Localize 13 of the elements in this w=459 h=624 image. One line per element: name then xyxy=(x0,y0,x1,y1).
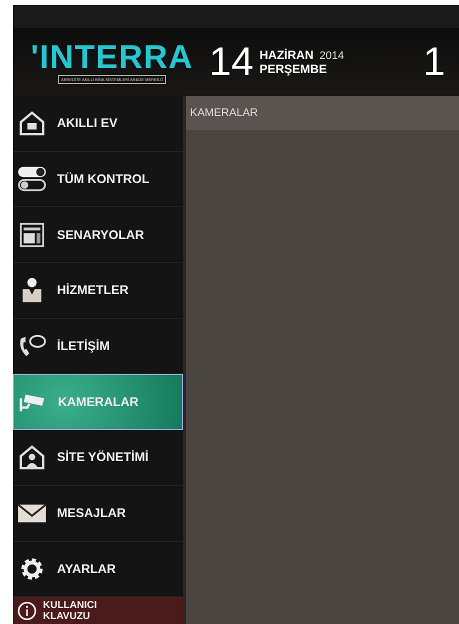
date-day: 14 xyxy=(209,42,254,82)
date-month: HAZİRAN xyxy=(260,48,314,62)
house-icon xyxy=(17,110,47,136)
user-guide-button[interactable]: KULLANICI KLAVUZU xyxy=(13,597,183,624)
panel-icon xyxy=(17,222,47,248)
toggle-switch-icon xyxy=(17,166,47,192)
house-person-icon xyxy=(17,444,47,470)
clock-time: 1 xyxy=(423,42,446,82)
panel-title: KAMERALAR xyxy=(190,107,258,119)
logo: 'INTERRA xyxy=(30,40,194,73)
info-icon xyxy=(17,600,37,621)
date-weekday: PERŞEMBE xyxy=(260,62,328,76)
date-year: 2014 xyxy=(320,50,344,62)
